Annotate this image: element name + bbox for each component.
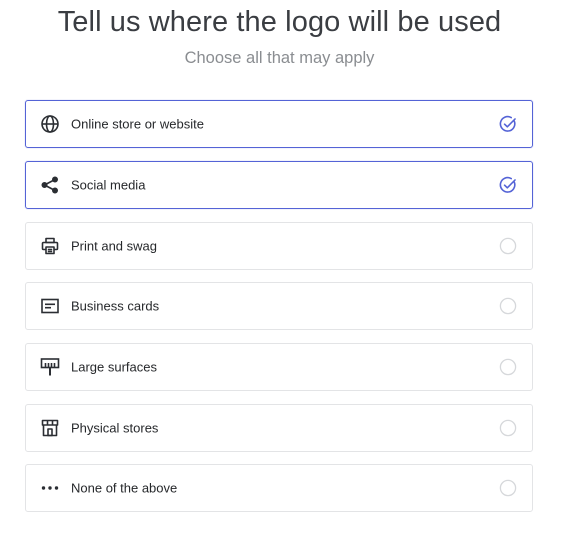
checked-icon bbox=[499, 115, 517, 133]
globe-icon bbox=[40, 114, 60, 134]
option-large-surfaces[interactable]: Large surfaces bbox=[25, 343, 533, 391]
option-physical-stores[interactable]: Physical stores bbox=[25, 404, 533, 452]
option-label: Physical stores bbox=[71, 420, 159, 436]
unchecked-circle-icon bbox=[499, 358, 517, 376]
option-business-cards[interactable]: Business cards bbox=[25, 282, 533, 330]
option-label: Social media bbox=[71, 177, 146, 193]
option-none-of-the-above[interactable]: None of the above bbox=[25, 464, 533, 512]
billboard-icon bbox=[40, 357, 60, 377]
business-card-icon bbox=[40, 296, 60, 316]
printer-icon bbox=[40, 236, 60, 256]
option-label: Business cards bbox=[71, 298, 160, 314]
page-title: Tell us where the logo will be used bbox=[57, 6, 502, 38]
checked-icon bbox=[499, 176, 517, 194]
option-print-and-swag[interactable]: Print and swag bbox=[25, 222, 533, 270]
page-subtitle: Choose all that may apply bbox=[184, 49, 375, 67]
share-icon bbox=[40, 175, 60, 195]
unchecked-circle-icon bbox=[499, 479, 517, 497]
option-label: Large surfaces bbox=[71, 359, 157, 375]
option-social-media[interactable]: Social media bbox=[25, 161, 533, 209]
option-label: Online store or website bbox=[71, 116, 204, 132]
option-label: Print and swag bbox=[71, 238, 157, 254]
option-online-store[interactable]: Online store or website bbox=[25, 100, 533, 148]
unchecked-circle-icon bbox=[499, 237, 517, 255]
more-dots-icon bbox=[40, 478, 60, 498]
option-label: None of the above bbox=[71, 480, 178, 496]
storefront-icon bbox=[40, 418, 60, 438]
unchecked-circle-icon bbox=[499, 419, 517, 437]
unchecked-circle-icon bbox=[499, 297, 517, 315]
